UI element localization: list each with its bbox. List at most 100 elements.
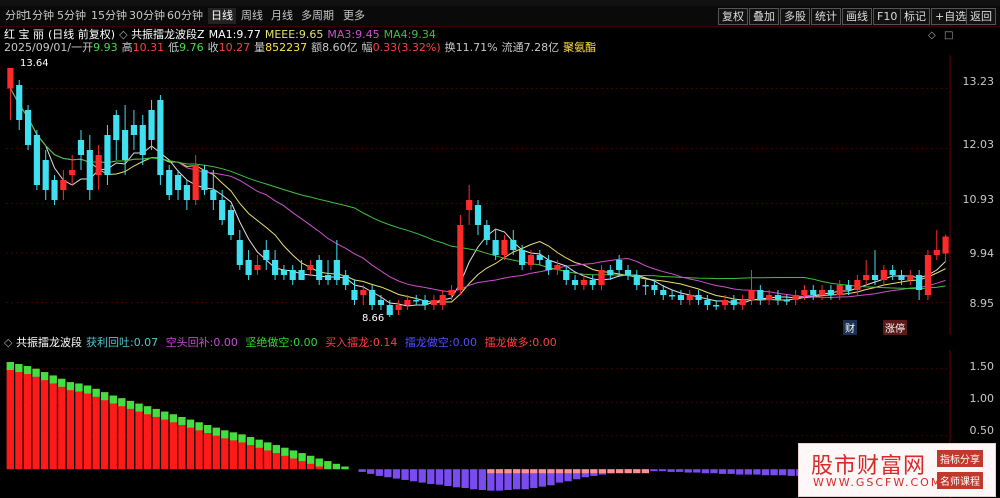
histogram-bar bbox=[650, 469, 658, 472]
candle-body bbox=[324, 275, 332, 280]
candle-body bbox=[713, 305, 720, 307]
candle-body bbox=[166, 170, 173, 195]
chg-label: 幅 bbox=[361, 41, 373, 54]
histogram-bar-cap bbox=[161, 411, 169, 420]
candle-body bbox=[377, 300, 385, 305]
histogram-bar-cap bbox=[109, 395, 117, 404]
histogram-bar-cap bbox=[152, 408, 160, 417]
period-tab[interactable]: 多周期 bbox=[298, 8, 337, 24]
button-back[interactable]: 返回 bbox=[966, 8, 996, 25]
histogram-bar bbox=[23, 366, 32, 470]
candle-body bbox=[174, 175, 182, 190]
open-value: 9.93 bbox=[93, 41, 118, 54]
candle-body bbox=[669, 295, 676, 297]
candle-body bbox=[854, 280, 861, 290]
axis-label: 10.93 bbox=[962, 193, 995, 206]
ma1-value: 9.77 bbox=[236, 28, 261, 41]
histogram-bar bbox=[75, 383, 83, 470]
candle-body bbox=[933, 250, 940, 255]
period-tab[interactable]: 1分钟 bbox=[22, 8, 57, 24]
histogram-bar bbox=[744, 469, 752, 475]
histogram-bar bbox=[452, 469, 461, 488]
sector-tag[interactable]: 聚氨酯 bbox=[563, 41, 596, 54]
high-label: 高 bbox=[121, 41, 133, 54]
candle-body bbox=[148, 110, 155, 140]
candle-body bbox=[201, 170, 208, 190]
histogram-bar bbox=[701, 469, 710, 474]
sub-indicator-label: 坚绝做空: bbox=[245, 336, 294, 349]
candle-body bbox=[404, 300, 411, 305]
candle-body bbox=[801, 290, 808, 295]
period-tab[interactable]: 更多 bbox=[340, 8, 368, 24]
histogram-bar-cap bbox=[238, 434, 246, 443]
histogram-bar-cap bbox=[32, 368, 40, 377]
histogram-bar-cap bbox=[23, 366, 32, 375]
candle-body bbox=[898, 275, 905, 280]
sub-indicator-toggle-icon[interactable]: ◇ bbox=[4, 336, 16, 349]
histogram-bar bbox=[367, 469, 375, 474]
histogram-bar-cap bbox=[607, 469, 615, 474]
candle-body bbox=[651, 285, 658, 290]
indicator-toggle-icon[interactable]: ◇ bbox=[119, 28, 131, 41]
histogram-bar-cap bbox=[624, 469, 632, 474]
button-fuquan[interactable]: 复权 bbox=[718, 8, 748, 25]
histogram-bar-cap bbox=[564, 469, 572, 474]
button-biaoji[interactable]: 标记 bbox=[900, 8, 930, 25]
period-tab[interactable]: 5分钟 bbox=[54, 8, 89, 24]
period-tab[interactable]: 15分钟 bbox=[88, 8, 130, 24]
histogram-bar-cap bbox=[307, 455, 315, 464]
histogram-bar-cap bbox=[101, 392, 109, 401]
candle-body bbox=[660, 290, 667, 295]
button-tongji[interactable]: 统计 bbox=[811, 8, 841, 25]
candle-body bbox=[254, 265, 261, 270]
sub-indicator-value: 0.07 bbox=[133, 336, 162, 349]
histogram-bar bbox=[169, 414, 177, 470]
ma3-value: 9.45 bbox=[355, 28, 380, 41]
candle-body bbox=[527, 255, 535, 265]
diamond-icon[interactable]: ◇ bbox=[928, 30, 936, 41]
candlestick-chart[interactable] bbox=[0, 55, 1000, 335]
sub-axis-label: 0.50 bbox=[969, 424, 995, 437]
candle-body bbox=[624, 270, 632, 275]
histogram-bar bbox=[40, 372, 49, 470]
high-price-label: 13.64 bbox=[20, 58, 49, 69]
button-duogu[interactable]: 多股 bbox=[780, 8, 810, 25]
candle-body bbox=[60, 180, 67, 190]
histogram-bar bbox=[109, 395, 117, 470]
sub-indicator-value: 0.00 bbox=[213, 336, 242, 349]
histogram-bar bbox=[693, 469, 701, 473]
histogram-bar bbox=[470, 469, 478, 490]
button-huaxian[interactable]: 画线 bbox=[842, 8, 872, 25]
histogram-bar bbox=[684, 469, 692, 473]
period-tab[interactable]: 周线 bbox=[238, 8, 266, 24]
histogram-bar-cap bbox=[272, 445, 280, 454]
sub-axis-label: 1.00 bbox=[969, 392, 995, 405]
watermark-tag: 名师课程 bbox=[937, 472, 983, 489]
candle-body bbox=[104, 135, 111, 175]
button-diejia[interactable]: 叠加 bbox=[749, 8, 779, 25]
candle-body bbox=[510, 240, 517, 250]
histogram-bar-cap bbox=[281, 447, 289, 456]
candle-body bbox=[686, 295, 693, 300]
histogram-bar-cap bbox=[255, 439, 263, 448]
vol-value: 852237 bbox=[265, 41, 308, 54]
vol-label: 量 bbox=[254, 41, 266, 54]
finance-tag[interactable]: 财 bbox=[843, 320, 857, 335]
histogram-bar-cap bbox=[246, 437, 255, 446]
histogram-bar-cap bbox=[598, 469, 607, 474]
ma2-value: 9.65 bbox=[298, 28, 324, 41]
limit-up-tag[interactable]: 涨停 bbox=[883, 320, 907, 335]
period-tab[interactable]: 月线 bbox=[268, 8, 296, 24]
histogram-bar bbox=[384, 469, 392, 478]
button-f10[interactable]: F10 bbox=[873, 8, 902, 25]
histogram-bar bbox=[753, 469, 761, 475]
period-tab[interactable]: 30分钟 bbox=[126, 8, 168, 24]
period-tab[interactable]: 60分钟 bbox=[164, 8, 206, 24]
candle-body bbox=[845, 285, 852, 290]
candle-body bbox=[748, 290, 755, 300]
candle-body bbox=[466, 200, 473, 210]
period-tab-active[interactable]: 日线 bbox=[208, 8, 236, 24]
square-icon[interactable]: □ bbox=[944, 30, 953, 41]
histogram-bar bbox=[461, 469, 469, 488]
button-add-watchlist[interactable]: +自选 bbox=[931, 8, 971, 25]
